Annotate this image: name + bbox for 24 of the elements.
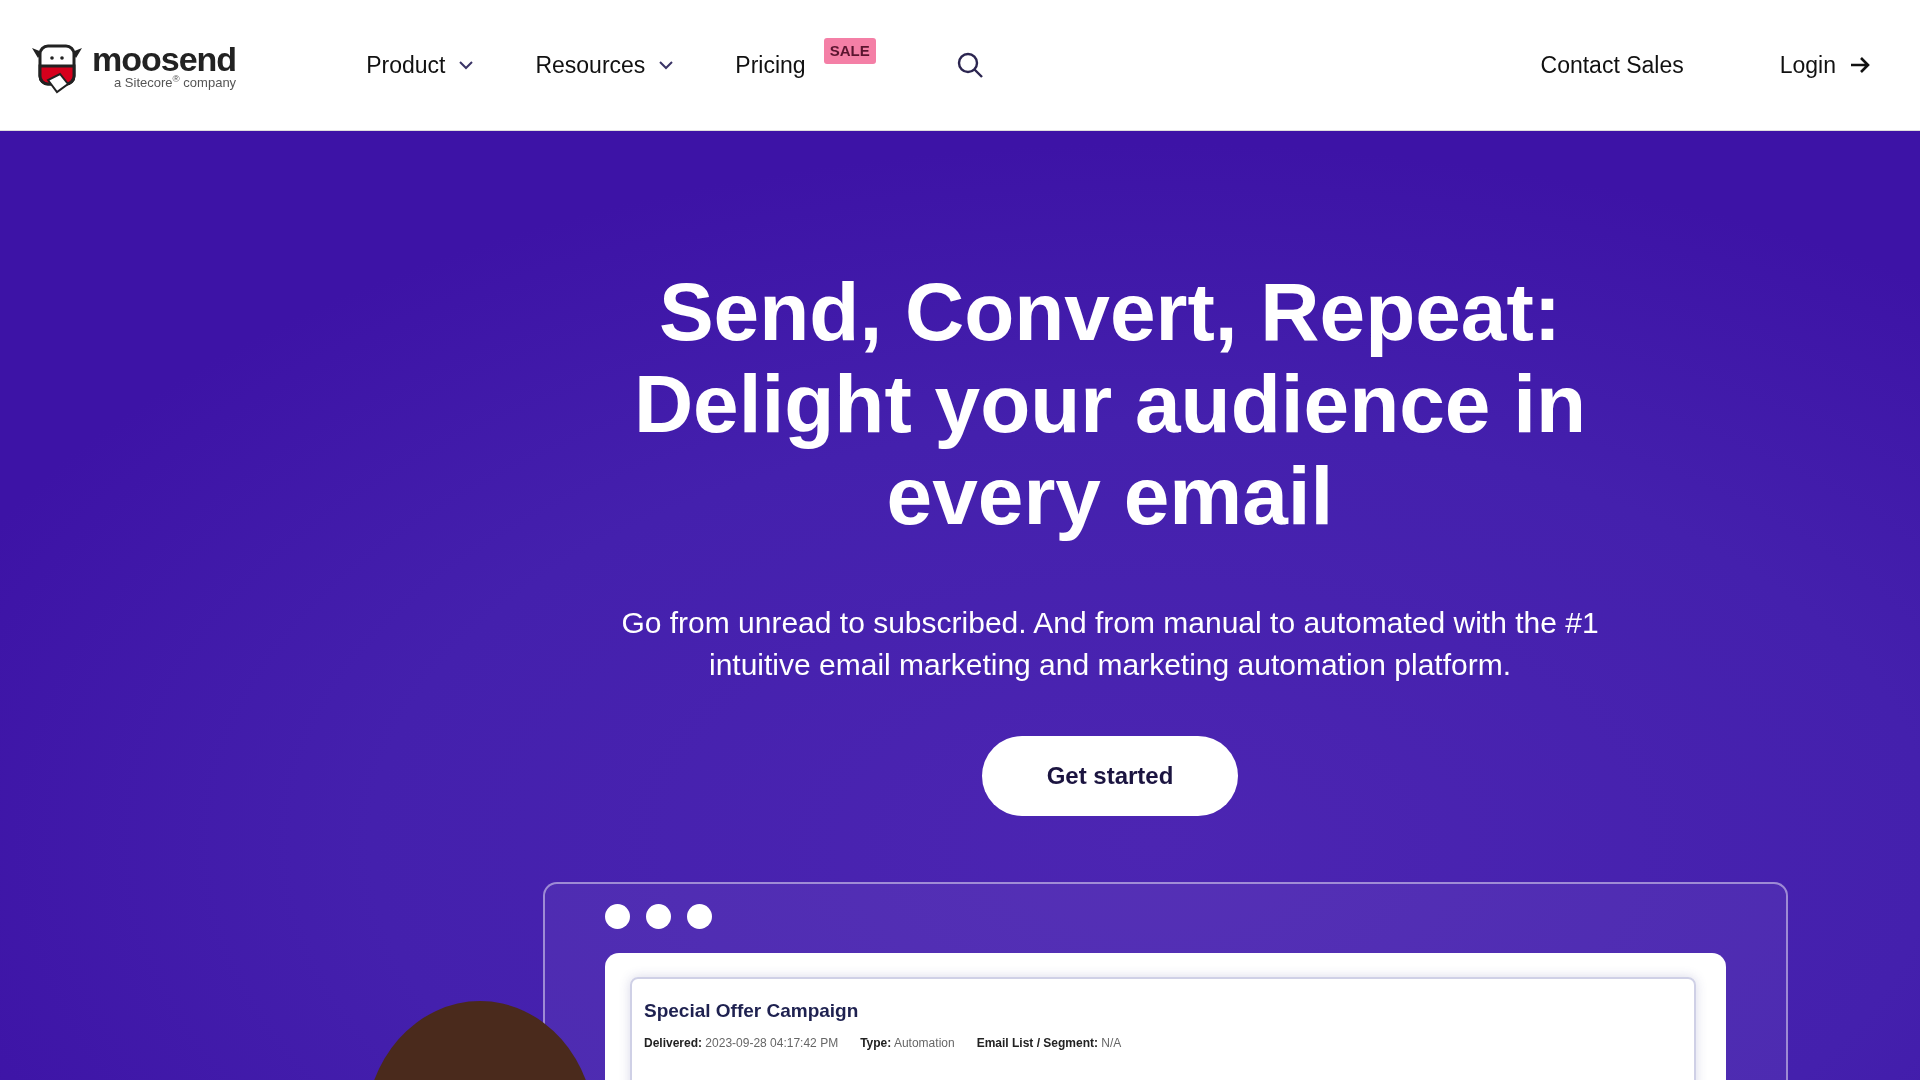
window-dot xyxy=(687,904,712,929)
sale-tag: SALE xyxy=(823,37,876,65)
campaign-detail: Email List / Segment: N/A xyxy=(976,1034,1122,1052)
campaign-title: Special Offer Campaign xyxy=(644,999,860,1023)
login-link[interactable]: Login xyxy=(1779,47,1870,83)
nav-menu-item[interactable]: Pricing xyxy=(735,47,806,83)
window-dot xyxy=(605,904,630,929)
window-dot xyxy=(646,904,671,929)
nav-menu-item[interactable]: Product xyxy=(366,47,474,83)
campaign-detail: Delivered: 2023-09-28 04:17:42 PM xyxy=(644,1034,839,1052)
hero-headline: Send, Convert, Repeat: Delight your audience in every email xyxy=(632,266,1588,542)
search-button[interactable] xyxy=(955,51,984,79)
get-started-button[interactable]: Get started xyxy=(982,736,1238,816)
arrow-right-icon xyxy=(1850,56,1870,74)
chevron-down-icon xyxy=(459,60,474,70)
logo-link[interactable]: moosend a Sitecore$^{®}$ company xyxy=(26,34,237,96)
search-icon xyxy=(955,51,984,79)
campaign-detail: Type: Automation xyxy=(860,1034,955,1052)
nav-menu-item[interactable]: Resources xyxy=(535,47,674,83)
logo-wordmark: moosend xyxy=(92,41,237,76)
logo-tagline: a Sitecore$^{®}$ company xyxy=(114,75,237,89)
contact-sales-link[interactable]: Contact Sales xyxy=(1540,47,1684,83)
hero-subtitle: Go from unread to subscribed. And from manual to automated with the #1 intuitive email marketing and marketing automation platform. xyxy=(620,605,1600,683)
chevron-down-icon xyxy=(659,60,674,70)
